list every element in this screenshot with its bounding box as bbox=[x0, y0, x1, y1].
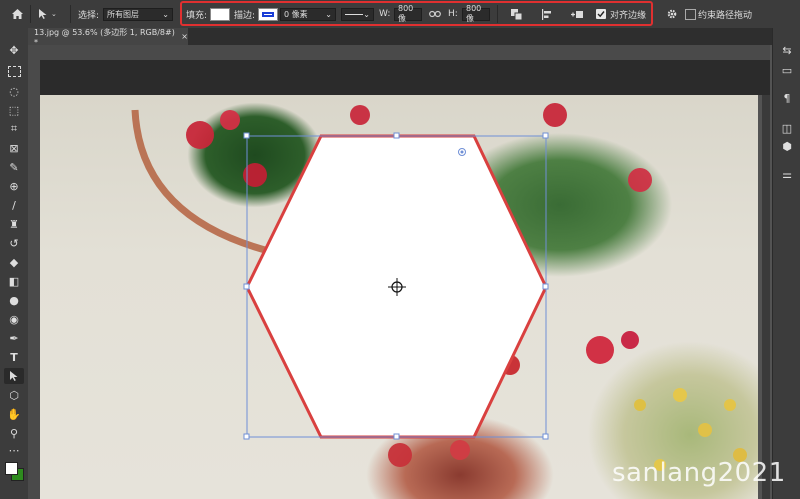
eraser-tool-icon[interactable]: ◆ bbox=[4, 254, 24, 270]
clone-stamp-tool-icon[interactable]: ♜ bbox=[4, 216, 24, 232]
transform-handle-tc[interactable] bbox=[393, 132, 400, 139]
chevron-down-icon: ⌄ bbox=[162, 9, 169, 19]
transform-handle-tl[interactable] bbox=[243, 132, 250, 139]
hand-tool-icon[interactable]: ✋ bbox=[4, 406, 24, 422]
highlight-box bbox=[180, 1, 653, 26]
arrow-cursor-icon bbox=[39, 9, 47, 19]
history-panel-icon[interactable]: ⇆ bbox=[777, 42, 797, 58]
transform-handle-bc[interactable] bbox=[393, 433, 400, 440]
close-icon[interactable]: × bbox=[181, 32, 188, 41]
history-brush-tool-icon[interactable]: ↺ bbox=[4, 235, 24, 251]
transform-handle-br[interactable] bbox=[542, 433, 549, 440]
object-selection-tool-icon[interactable]: ⬚ bbox=[4, 102, 24, 118]
lasso-tool-icon[interactable]: ◌ bbox=[4, 83, 24, 99]
paragraph-panel-icon[interactable]: ¶ bbox=[777, 90, 797, 106]
libraries-panel-icon[interactable]: ◫ bbox=[777, 120, 797, 136]
select-label: 选择: bbox=[78, 10, 100, 21]
polygon-tool-icon[interactable]: ⬡ bbox=[4, 387, 24, 403]
canvas-image[interactable] bbox=[40, 95, 758, 499]
constrain-path-checkbox[interactable] bbox=[685, 8, 696, 20]
transform-handle-tr[interactable] bbox=[542, 132, 549, 139]
polygon-shape-layer[interactable] bbox=[40, 95, 758, 499]
transform-handle-ml[interactable] bbox=[243, 283, 250, 290]
marquee-tool-icon[interactable] bbox=[4, 63, 24, 79]
type-tool-icon[interactable]: T bbox=[4, 349, 24, 365]
healing-brush-tool-icon[interactable]: ⊕ bbox=[4, 178, 24, 194]
document-tab-title: 13.jpg @ 53.6% (多边形 1, RGB/8#) * bbox=[34, 27, 175, 47]
gear-icon[interactable] bbox=[664, 0, 680, 28]
blur-tool-icon[interactable]: ● bbox=[4, 292, 24, 308]
3d-panel-icon[interactable]: ⬢ bbox=[777, 138, 797, 154]
comments-panel-icon[interactable]: ▭ bbox=[777, 62, 797, 78]
adjustments-panel-icon[interactable]: ⚌ bbox=[777, 166, 797, 182]
path-selection-tool-icon[interactable] bbox=[4, 368, 24, 384]
eyedropper-tool-icon[interactable]: ✎ bbox=[4, 159, 24, 175]
frame-tool-icon[interactable]: ⊠ bbox=[4, 140, 24, 156]
document-tab-bar: 13.jpg @ 53.6% (多边形 1, RGB/8#) * × bbox=[28, 27, 772, 47]
tools-panel: ✥ ◌ ⬚ ⌗ ⊠ ✎ ⊕ / ♜ ↺ ◆ ◧ ● ◉ ✒ T ⬡ ✋ ⚲ ⋯ bbox=[0, 28, 29, 499]
vertical-ruler bbox=[28, 45, 40, 499]
constrain-path-label: 约束路径拖动 bbox=[698, 10, 753, 21]
document-tab[interactable]: 13.jpg @ 53.6% (多边形 1, RGB/8#) * × bbox=[28, 27, 188, 47]
chevron-down-icon: ⌄ bbox=[51, 10, 57, 18]
path-selection-tool-preset[interactable]: ⌄ bbox=[38, 0, 66, 28]
dodge-tool-icon[interactable]: ◉ bbox=[4, 311, 24, 327]
crop-tool-icon[interactable]: ⌗ bbox=[4, 121, 24, 137]
zoom-tool-icon[interactable]: ⚲ bbox=[4, 425, 24, 441]
horizontal-ruler bbox=[28, 45, 770, 60]
gradient-tool-icon[interactable]: ◧ bbox=[4, 273, 24, 289]
foreground-color-swatch[interactable] bbox=[5, 462, 18, 475]
options-bar: ⌄ 选择: 所有图层 ⌄ 填充: 描边: 0 像素 ⌄ ⌄ W: 800 像 H… bbox=[0, 0, 800, 29]
transform-handle-mr[interactable] bbox=[542, 283, 549, 290]
pasteboard bbox=[40, 60, 770, 95]
brush-tool-icon[interactable]: / bbox=[4, 197, 24, 213]
home-icon[interactable] bbox=[6, 0, 28, 28]
select-layers-value: 所有图层 bbox=[107, 9, 139, 19]
more-tools-icon[interactable]: ⋯ bbox=[4, 442, 24, 458]
pen-tool-icon[interactable]: ✒ bbox=[4, 330, 24, 346]
transform-handle-bl[interactable] bbox=[243, 433, 250, 440]
select-layers-dropdown[interactable]: 所有图层 ⌄ bbox=[103, 7, 173, 21]
watermark-text: sanlang2021 bbox=[612, 458, 786, 488]
vertical-scrollbar[interactable] bbox=[762, 95, 770, 499]
move-tool-icon[interactable]: ✥ bbox=[4, 42, 24, 58]
right-panel-dock: ⇆ ▭ ¶ ◫ ⬢ ⚌ bbox=[772, 28, 800, 499]
